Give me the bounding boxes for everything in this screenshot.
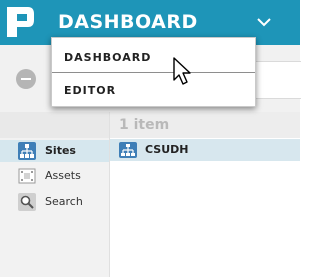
list-header: 1 item	[110, 112, 300, 138]
list-item-label: CSUDH	[145, 143, 189, 156]
main-list: 1 item CSUDH	[110, 112, 300, 277]
sidebar-item-label: Sites	[45, 144, 76, 157]
assets-icon	[18, 168, 36, 184]
mouse-cursor-icon	[173, 57, 191, 85]
remove-button[interactable]	[16, 69, 36, 89]
sidebar-item-search[interactable]: Search	[0, 191, 109, 213]
sidebar-item-sites[interactable]: Sites	[0, 140, 109, 162]
sidebar-item-label: Search	[45, 195, 83, 208]
item-count: 1 item	[119, 117, 170, 133]
menu-item-label: Dashboard	[64, 51, 152, 64]
sitemap-icon	[119, 142, 137, 158]
app-logo-icon[interactable]	[2, 3, 37, 41]
sidebar-item-assets[interactable]: Assets	[0, 165, 109, 187]
sidebar: Sites Assets Search	[0, 112, 110, 277]
sitemap-icon	[18, 142, 36, 160]
chevron-down-icon[interactable]	[257, 17, 271, 27]
sidebar-item-label: Assets	[45, 169, 81, 182]
sidebar-header	[0, 112, 109, 138]
app-switcher-menu: Dashboard Editor	[51, 37, 256, 107]
app-switcher-title[interactable]: DASHBOARD	[58, 11, 198, 33]
search-icon	[18, 193, 36, 211]
menu-item-dashboard[interactable]: Dashboard	[52, 42, 255, 72]
menu-divider	[52, 72, 255, 73]
list-item[interactable]: CSUDH	[110, 139, 300, 161]
menu-item-editor[interactable]: Editor	[52, 75, 255, 105]
menu-item-label: Editor	[64, 84, 117, 97]
